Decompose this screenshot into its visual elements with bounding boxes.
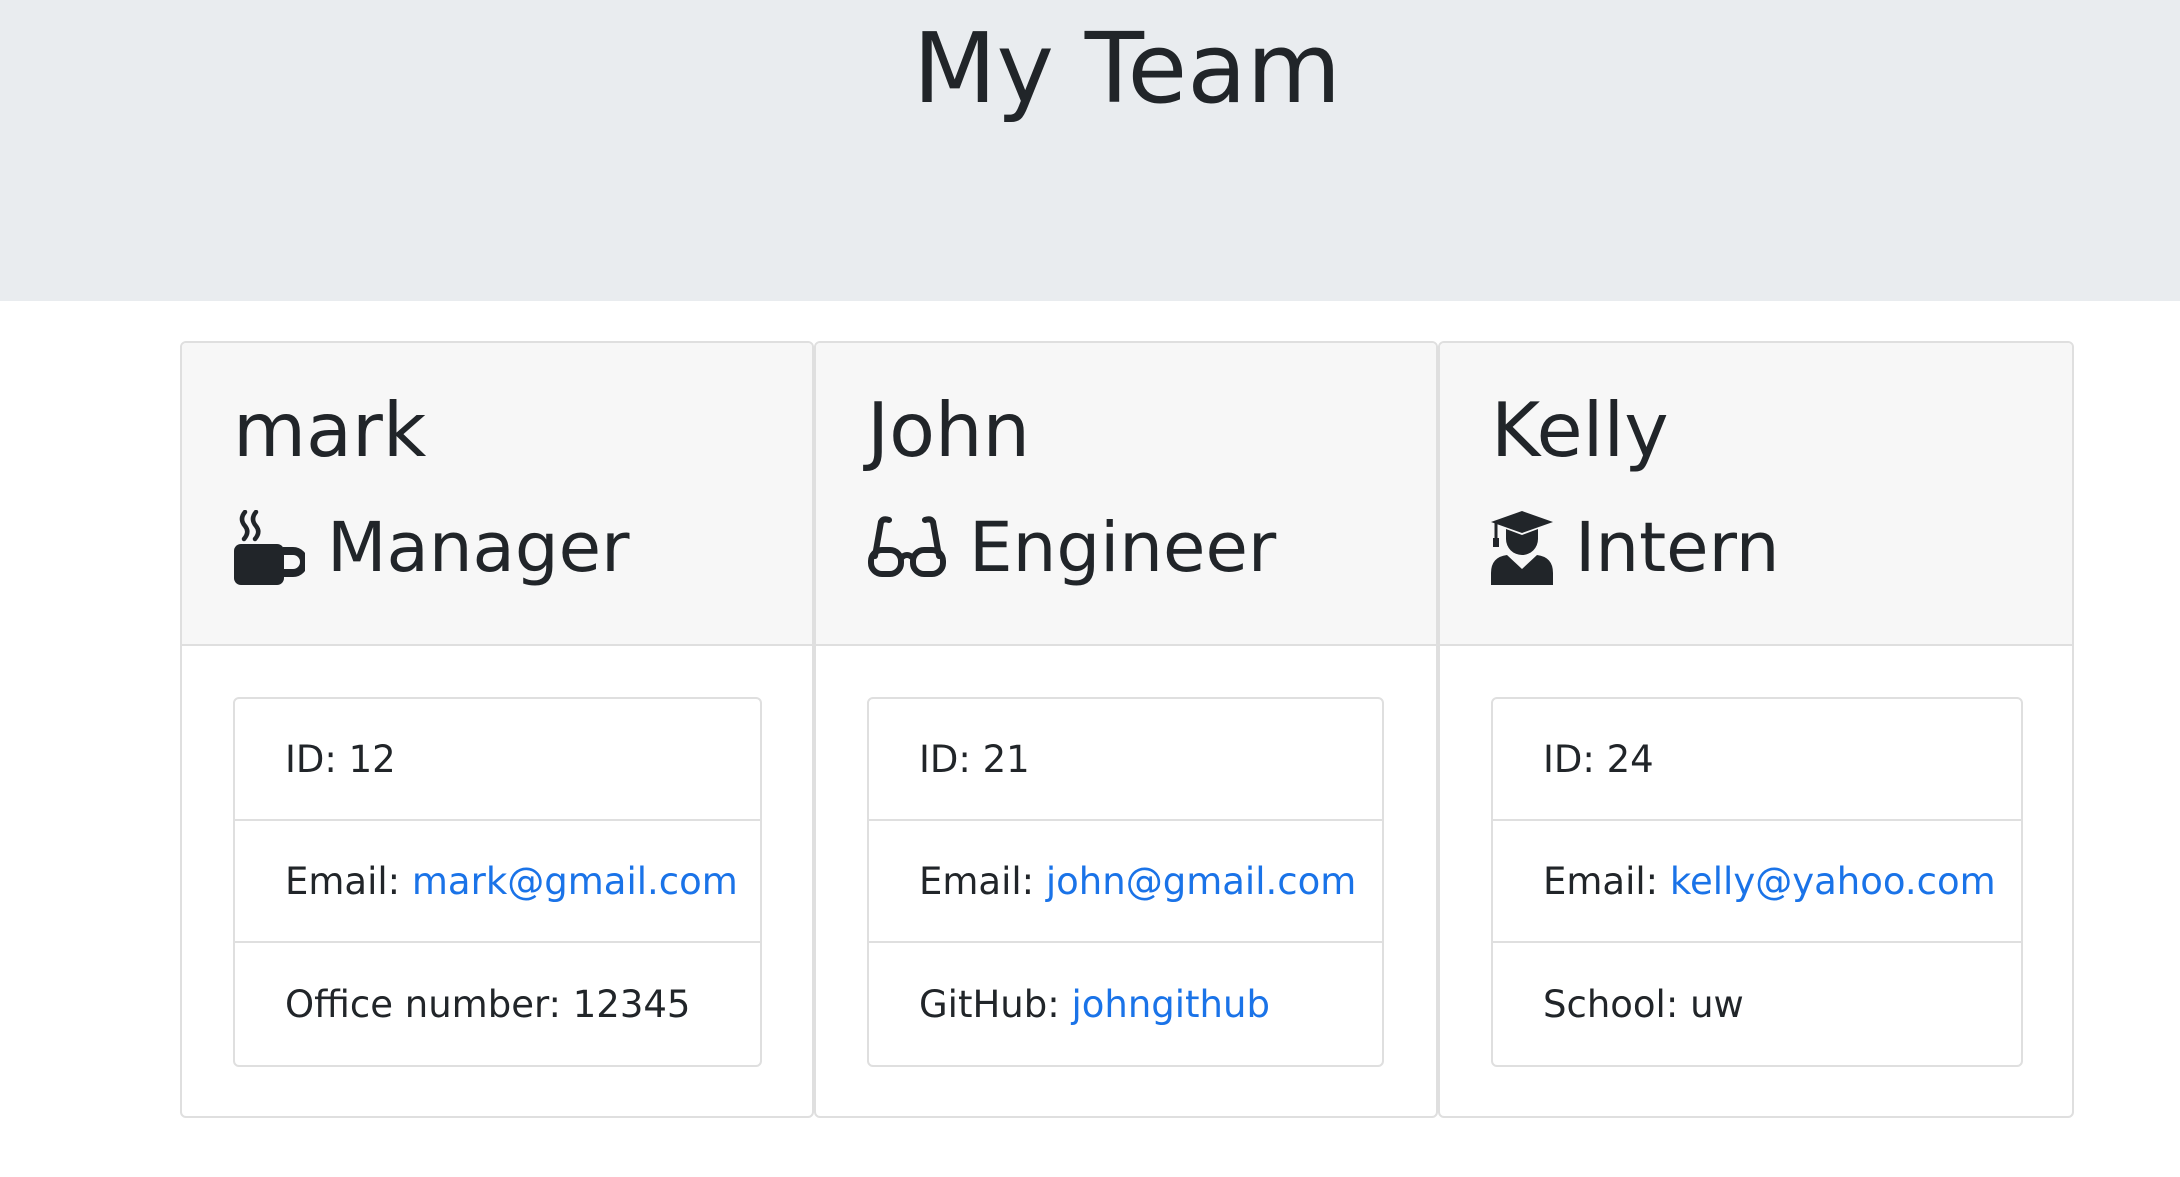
card-header: John Engineer: [816, 343, 1436, 646]
employee-details-list: ID: 21 Email: john@gmail.com GitHub: joh…: [867, 697, 1384, 1067]
office-number-label: Office number:: [285, 982, 573, 1026]
card-header: Kelly Intern: [1440, 343, 2072, 646]
github-label: GitHub:: [919, 982, 1072, 1026]
id-value: 12: [348, 737, 396, 781]
school-label: School:: [1543, 982, 1691, 1026]
school-value: uw: [1690, 982, 1744, 1026]
employee-role-label: Engineer: [969, 508, 1277, 588]
office-number-value: 12345: [572, 982, 691, 1026]
employee-name: John: [867, 386, 1031, 474]
list-item-email: Email: mark@gmail.com: [235, 821, 760, 943]
page-title: My Team: [912, 12, 1342, 125]
employee-role-label: Intern: [1575, 508, 1780, 588]
email-label: Email:: [1543, 859, 1670, 903]
employee-details-list: ID: 12 Email: mark@gmail.com Office numb…: [233, 697, 762, 1067]
employee-card-engineer: John Engineer ID: 21 Email: john@gmail.c…: [814, 341, 1438, 1118]
id-label: ID:: [919, 737, 983, 781]
id-value: 24: [1606, 737, 1654, 781]
list-item-id: ID: 12: [235, 699, 760, 821]
id-value: 21: [982, 737, 1030, 781]
employee-role-label: Manager: [327, 508, 630, 588]
employee-role: Manager: [233, 503, 629, 593]
email-label: Email:: [919, 859, 1046, 903]
list-item-id: ID: 24: [1493, 699, 2021, 821]
email-link[interactable]: kelly@yahoo.com: [1670, 860, 1996, 903]
graduate-icon: [1491, 511, 1553, 585]
employee-card-intern: Kelly Intern ID: 24 Email: kelly@yahoo.c…: [1438, 341, 2074, 1118]
employee-name: Kelly: [1491, 386, 1669, 474]
id-label: ID:: [285, 737, 349, 781]
list-item-office-number: Office number: 12345: [235, 943, 760, 1065]
email-link[interactable]: mark@gmail.com: [412, 860, 738, 903]
employee-role: Intern: [1491, 503, 1779, 593]
glasses-icon: [867, 516, 947, 580]
email-link[interactable]: john@gmail.com: [1046, 860, 1356, 903]
jumbotron-header: My Team: [0, 0, 2180, 301]
email-label: Email:: [285, 859, 412, 903]
employee-details-list: ID: 24 Email: kelly@yahoo.com School: uw: [1491, 697, 2023, 1067]
employee-card-manager: mark Manager ID: 12 Email: mark@gmail.co…: [180, 341, 814, 1118]
card-header: mark Manager: [182, 343, 812, 646]
id-label: ID:: [1543, 737, 1607, 781]
employee-name: mark: [233, 386, 427, 474]
list-item-github: GitHub: johngithub: [869, 943, 1382, 1065]
employee-role: Engineer: [867, 503, 1276, 593]
list-item-email: Email: kelly@yahoo.com: [1493, 821, 2021, 943]
list-item-email: Email: john@gmail.com: [869, 821, 1382, 943]
coffee-mug-icon: [233, 510, 305, 586]
github-link[interactable]: johngithub: [1071, 983, 1269, 1026]
list-item-school: School: uw: [1493, 943, 2021, 1065]
list-item-id: ID: 21: [869, 699, 1382, 821]
